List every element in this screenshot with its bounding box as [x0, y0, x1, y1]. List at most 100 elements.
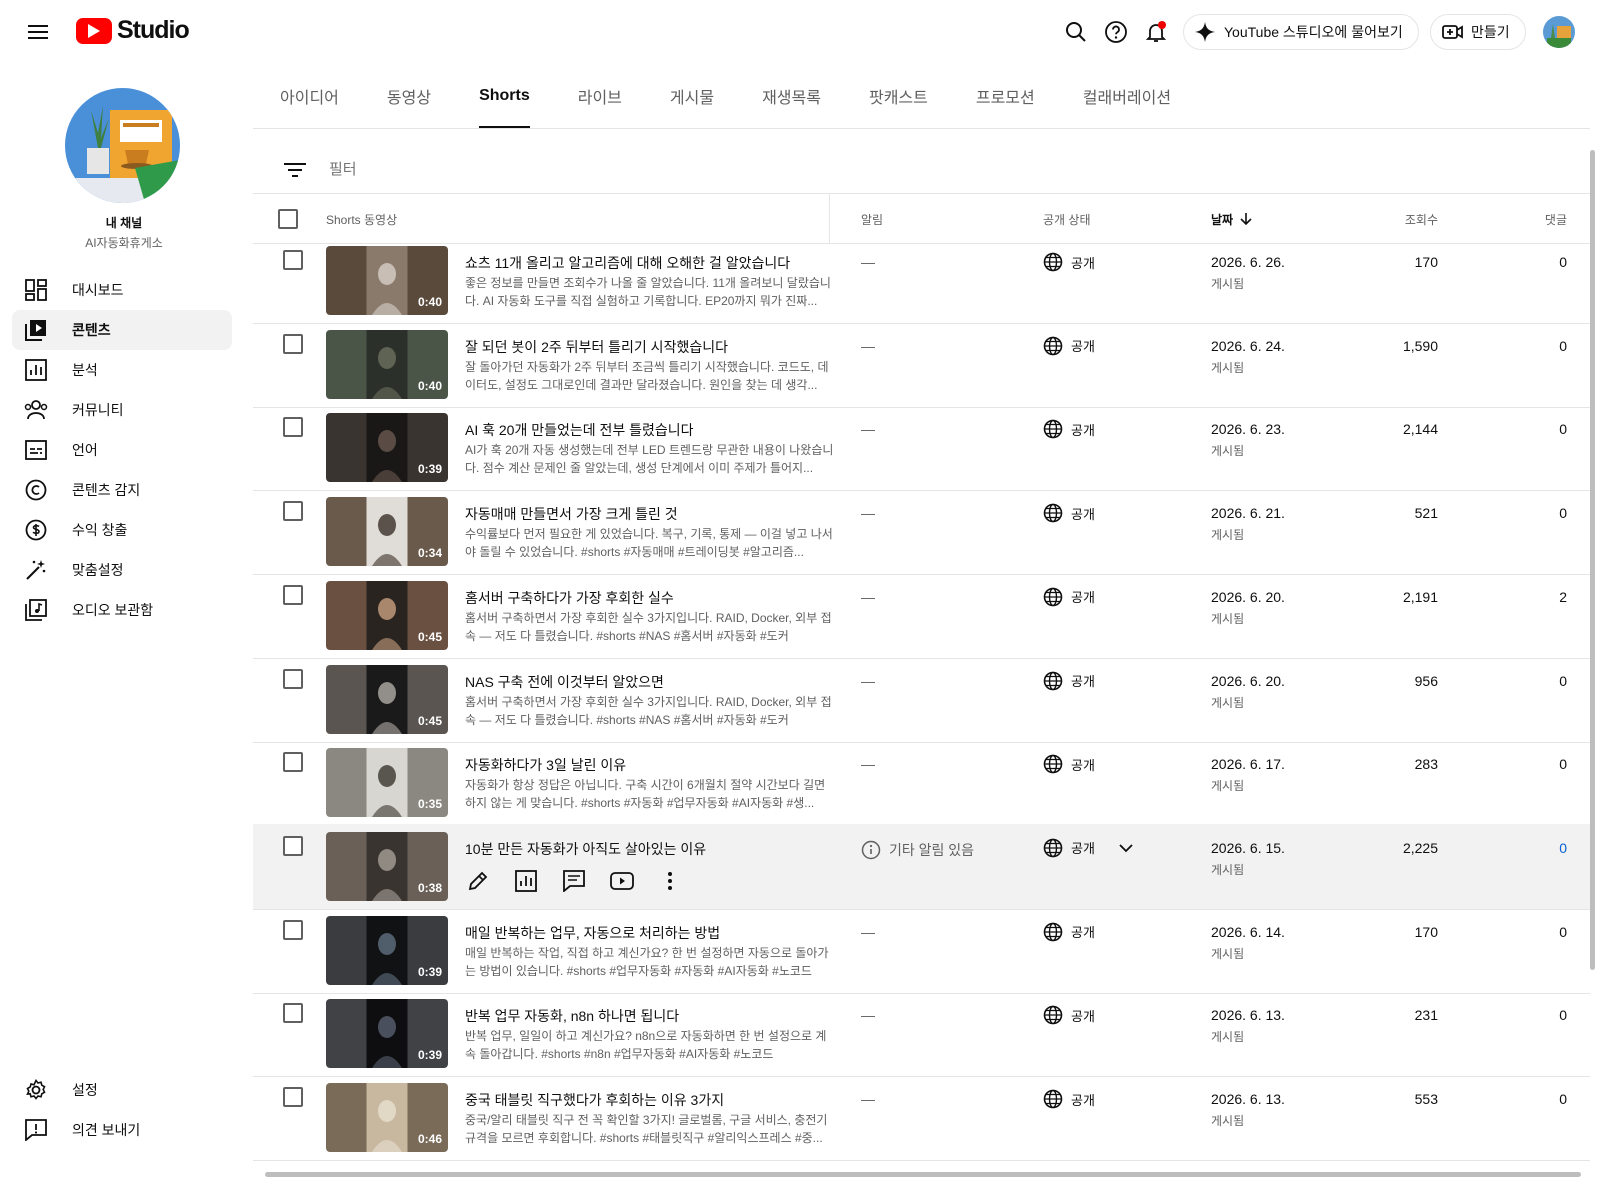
table-row[interactable]: 0:40 쇼츠 11개 올리고 알고리즘에 대해 오해한 걸 알았습니다 좋은 … — [253, 238, 1590, 324]
comments-icon[interactable] — [561, 868, 587, 894]
chevron-down-icon[interactable] — [1119, 843, 1133, 853]
table-row[interactable]: 0:40 잘 되던 봇이 2주 뒤부터 틀리기 시작했습니다 잘 돌아가던 자동… — [253, 322, 1590, 408]
publish-status: 게시됨 — [1211, 862, 1245, 877]
video-thumbnail[interactable]: 0:45 — [326, 580, 448, 650]
menu-icon[interactable] — [22, 18, 54, 46]
video-title[interactable]: 홈서버 구축하다가 가장 후회한 실수 — [465, 588, 835, 608]
select-all-checkbox[interactable] — [278, 209, 298, 229]
sidebar-item-analytics[interactable]: 분석 — [12, 350, 232, 390]
filter-input[interactable] — [329, 161, 729, 178]
video-thumbnail[interactable]: 0:40 — [326, 246, 448, 315]
sidebar-item-language[interactable]: 언어 — [12, 430, 232, 470]
alert-cell: — — [861, 588, 875, 605]
notifications-icon[interactable] — [1140, 16, 1172, 48]
table-row[interactable]: 0:45 홈서버 구축하다가 가장 후회한 실수 홈서버 구축하면서 가장 후회… — [253, 573, 1590, 659]
video-duration: 0:39 — [417, 964, 442, 979]
row-checkbox[interactable] — [283, 1003, 303, 1024]
video-title[interactable]: 잘 되던 봇이 2주 뒤부터 틀리기 시작했습니다 — [465, 337, 835, 357]
tab-promotions[interactable]: 프로모션 — [952, 64, 1059, 128]
sidebar-item-dashboard[interactable]: 대시보드 — [12, 270, 232, 310]
sidebar-item-monetization[interactable]: 수익 창출 — [12, 510, 232, 550]
visibility-cell[interactable]: 공개 — [1043, 838, 1133, 858]
tab-podcasts[interactable]: 팟캐스트 — [845, 64, 952, 128]
content-icon — [24, 318, 48, 342]
sidebar-item-label: 의견 보내기 — [72, 1122, 141, 1138]
alert-cell: — — [861, 1007, 875, 1024]
help-icon[interactable] — [1100, 16, 1132, 48]
tab-ideas[interactable]: 아이디어 — [256, 64, 363, 128]
comment-count[interactable]: 0 — [1503, 840, 1567, 856]
alert-cell: — — [861, 337, 875, 354]
video-thumbnail[interactable]: 0:45 — [326, 664, 448, 734]
table-row[interactable]: 0:46 중국 태블릿 직구했다가 후회하는 이유 3가지 중국/알리 태블릿 … — [253, 1075, 1590, 1161]
row-checkbox[interactable] — [283, 1087, 303, 1107]
edit-icon[interactable] — [465, 868, 491, 894]
video-title[interactable]: 매일 반복하는 업무, 자동으로 처리하는 방법 — [465, 923, 835, 943]
channel-avatar[interactable] — [65, 88, 180, 203]
table-row[interactable]: 0:35 자동화하다가 3일 날린 이유 자동화가 항상 정답은 아닙니다. 구… — [253, 740, 1590, 827]
tab-playlists[interactable]: 재생목록 — [738, 64, 845, 128]
video-title[interactable]: 자동매매 만들면서 가장 크게 틀린 것 — [465, 504, 835, 524]
video-title[interactable]: NAS 구축 전에 이것부터 알았으면 — [465, 672, 835, 692]
visibility-label: 공개 — [1071, 590, 1095, 606]
horizontal-scrollbar[interactable] — [265, 1172, 1581, 1177]
create-button[interactable]: 만들기 — [1430, 14, 1526, 50]
youtube-watch-icon[interactable] — [609, 868, 635, 894]
row-checkbox[interactable] — [283, 668, 303, 689]
ask-studio-button[interactable]: YouTube 스튜디오에 물어보기 — [1183, 14, 1419, 50]
sidebar-item-audio-library[interactable]: 오디오 보관함 — [12, 590, 232, 630]
video-thumbnail[interactable]: 0:46 — [326, 1083, 448, 1152]
more-vert-icon[interactable] — [657, 868, 683, 894]
filter-icon[interactable] — [283, 158, 307, 182]
header-date[interactable]: 날짜 — [1211, 194, 1253, 244]
tab-live[interactable]: 라이브 — [554, 64, 646, 128]
video-thumbnail[interactable]: 0:40 — [326, 329, 448, 399]
vertical-scrollbar[interactable] — [1590, 150, 1595, 970]
video-thumbnail[interactable]: 0:39 — [326, 999, 448, 1069]
search-icon[interactable] — [1060, 16, 1092, 48]
video-thumbnail[interactable]: 0:39 — [326, 915, 448, 985]
sidebar-item-community[interactable]: 커뮤니티 — [12, 390, 232, 430]
video-thumbnail[interactable]: 0:38 — [326, 831, 448, 901]
alert-cell: — — [861, 254, 875, 270]
row-checkbox[interactable] — [283, 584, 303, 605]
header-visibility[interactable]: 공개 상태 — [1043, 194, 1091, 244]
video-title[interactable]: AI 훅 20개 만들었는데 전부 틀렸습니다 — [465, 420, 835, 440]
analytics-icon[interactable] — [513, 868, 539, 894]
row-checkbox[interactable] — [283, 919, 303, 940]
sidebar-item-customization[interactable]: 맞춤설정 — [12, 550, 232, 590]
row-checkbox[interactable] — [283, 333, 303, 354]
row-checkbox[interactable] — [283, 752, 303, 773]
studio-logo[interactable]: Studio — [76, 16, 190, 45]
sidebar-item-settings[interactable]: 설정 — [12, 1070, 232, 1110]
video-thumbnail[interactable]: 0:35 — [326, 748, 448, 818]
row-checkbox[interactable] — [283, 501, 303, 522]
sidebar-item-content-detection[interactable]: 콘텐츠 감지 — [12, 470, 232, 510]
account-avatar[interactable] — [1543, 16, 1575, 48]
header-views[interactable]: 조회수 — [1348, 194, 1438, 244]
table-row[interactable]: 0:38 10분 만든 자동화가 아직도 살아있는 이유 기타 알림 있음 공개… — [253, 823, 1590, 910]
video-title[interactable]: 반복 업무 자동화, n8n 하나면 됩니다 — [465, 1006, 835, 1026]
video-thumbnail[interactable]: 0:34 — [326, 497, 448, 567]
video-title[interactable]: 자동화하다가 3일 날린 이유 — [465, 755, 835, 775]
sidebar-item-content[interactable]: 콘텐츠 — [12, 310, 232, 350]
header-comments[interactable]: 댓글 — [1503, 194, 1567, 244]
table-row[interactable]: 0:45 NAS 구축 전에 이것부터 알았으면 홈서버 구축하면서 가장 후회… — [253, 657, 1590, 743]
video-thumbnail[interactable]: 0:39 — [326, 413, 448, 483]
video-title[interactable]: 10분 만든 자동화가 아직도 살아있는 이유 — [465, 839, 835, 859]
table-row[interactable]: 0:39 반복 업무 자동화, n8n 하나면 됩니다 반복 업무, 일일이 하… — [253, 991, 1590, 1078]
table-row[interactable]: 0:34 자동매매 만들면서 가장 크게 틀린 것 수익률보다 먼저 필요한 게… — [253, 489, 1590, 576]
alert-cell[interactable]: 기타 알림 있음 — [861, 840, 974, 860]
sidebar-item-feedback[interactable]: 의견 보내기 — [12, 1110, 232, 1150]
tab-videos[interactable]: 동영상 — [363, 64, 455, 128]
tab-posts[interactable]: 게시물 — [646, 64, 738, 128]
video-title[interactable]: 쇼츠 11개 올리고 알고리즘에 대해 오해한 걸 알았습니다 — [465, 253, 835, 273]
tab-shorts[interactable]: Shorts — [455, 64, 554, 128]
row-checkbox[interactable] — [283, 835, 303, 856]
tab-collaborations[interactable]: 컬래버레이션 — [1059, 64, 1195, 128]
table-row[interactable]: 0:39 AI 훅 20개 만들었는데 전부 틀렸습니다 AI가 훅 20개 자… — [253, 405, 1590, 492]
row-checkbox[interactable] — [283, 250, 303, 270]
table-row[interactable]: 0:39 매일 반복하는 업무, 자동으로 처리하는 방법 매일 반복하는 작업… — [253, 908, 1590, 994]
row-checkbox[interactable] — [283, 417, 303, 438]
video-title[interactable]: 중국 태블릿 직구했다가 후회하는 이유 3가지 — [465, 1090, 835, 1110]
